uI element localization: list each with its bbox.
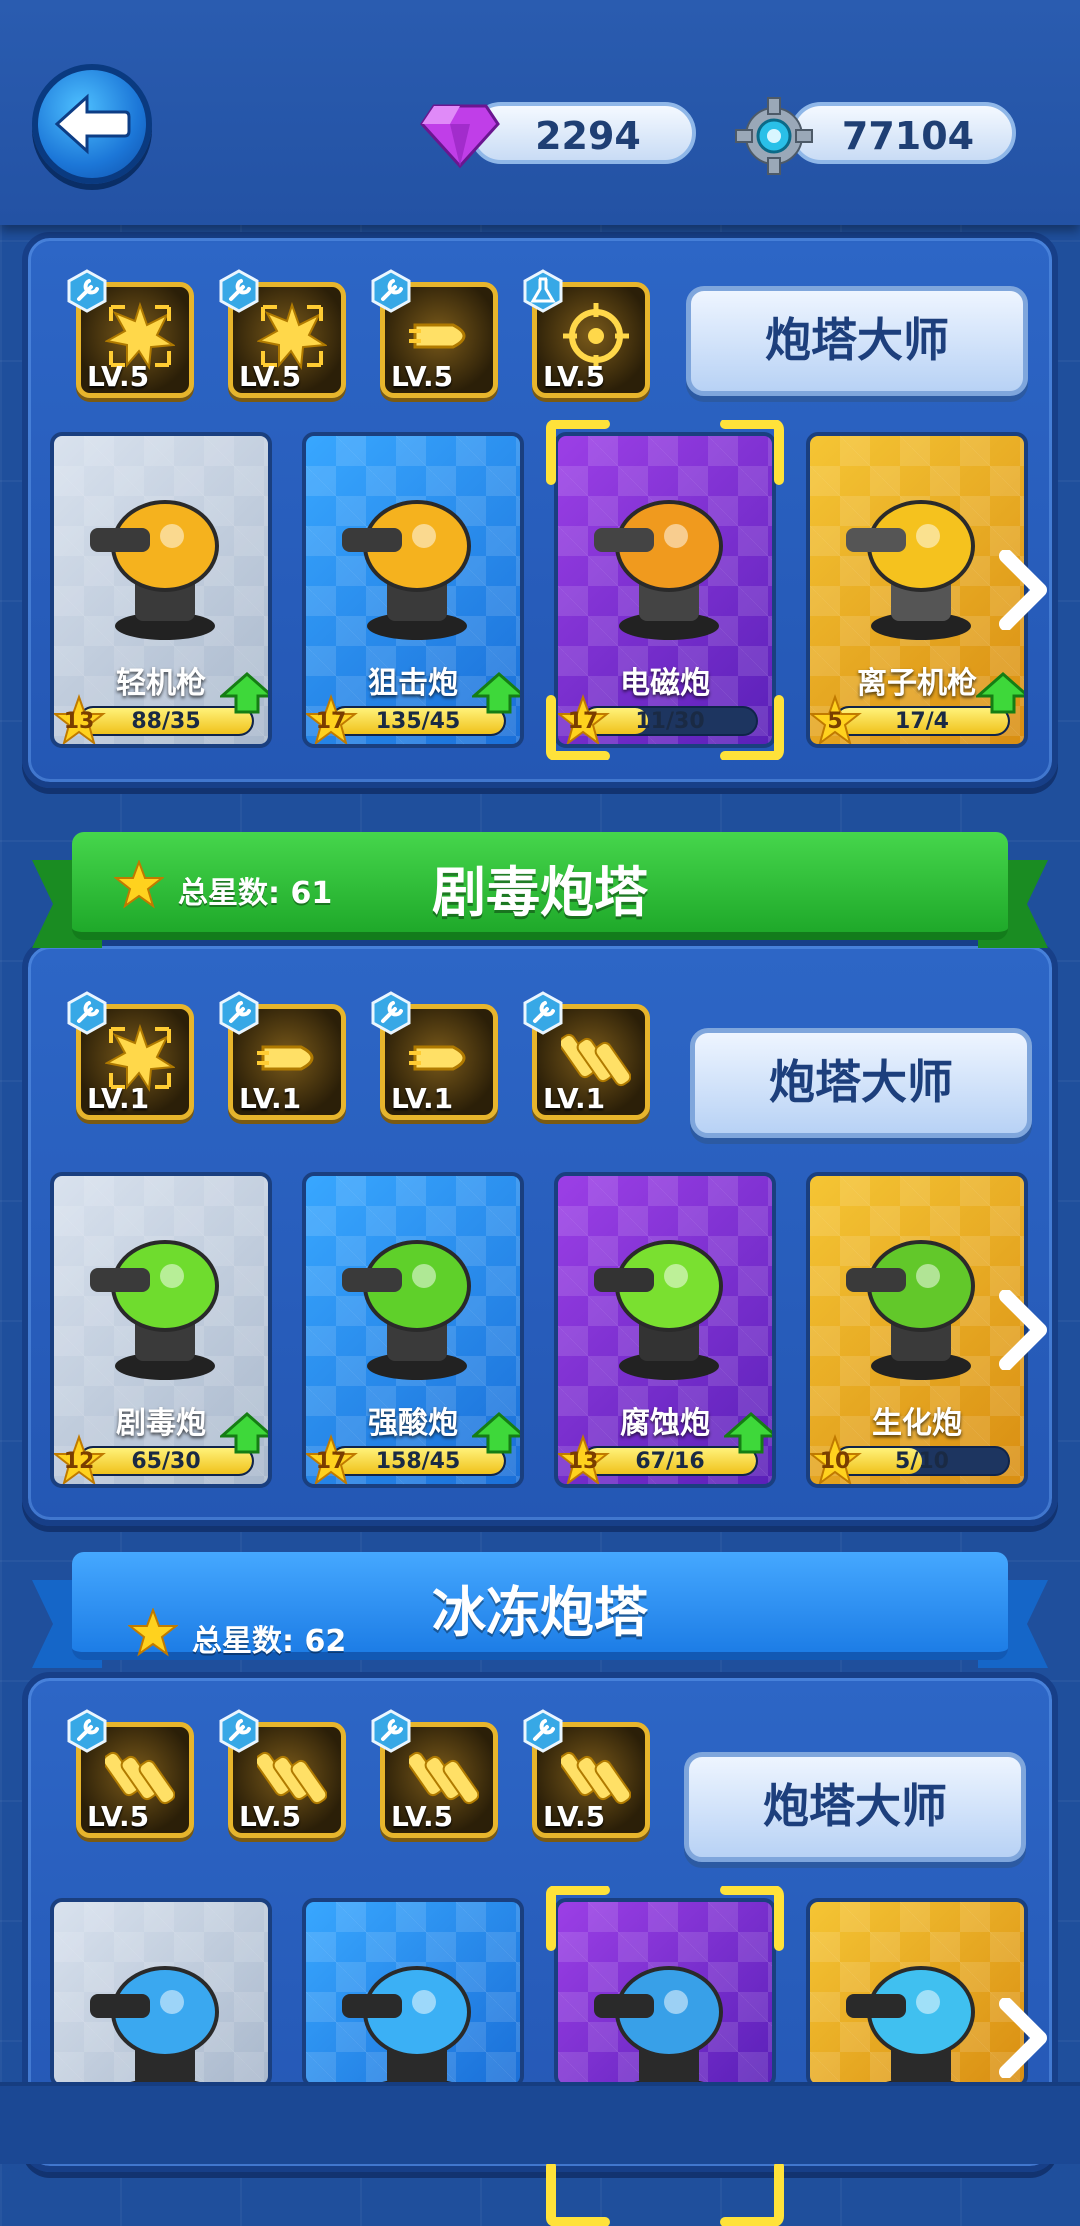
skill-slot[interactable]: LV.1 [219, 991, 346, 1120]
skill-level: LV.5 [543, 1800, 606, 1833]
wrench-icon [523, 1709, 563, 1753]
tower-level: 13 [63, 709, 95, 734]
tower-card[interactable] [554, 1898, 776, 2088]
skill-slot[interactable]: LV.1 [67, 991, 194, 1120]
tower-level: 10 [819, 1449, 851, 1474]
wrench-icon [371, 269, 411, 313]
gear-icon [735, 97, 813, 175]
skill-slot[interactable]: LV.5 [523, 1709, 650, 1838]
flask-icon [523, 269, 563, 313]
skill-level: LV.5 [543, 360, 606, 393]
tower-image [846, 1240, 975, 1380]
tower-image [342, 500, 471, 640]
tower-image [594, 1240, 723, 1380]
wrench-icon [67, 991, 107, 1035]
tower-card[interactable]: 腐蚀炮 67/16 13 [554, 1172, 776, 1488]
section-title: 剧毒炮塔 [432, 861, 648, 924]
wrench-icon [67, 269, 107, 313]
tower-master-button[interactable]: 炮塔大师 [690, 1028, 1032, 1138]
upgrade-arrow-icon [472, 672, 520, 714]
gear-counter: 77104 [790, 102, 1016, 164]
tower-card[interactable] [50, 1898, 272, 2088]
gem-count: 2294 [535, 114, 641, 158]
next-arrow-icon [999, 550, 1047, 630]
tower-level: 5 [827, 709, 843, 734]
gem-icon [420, 104, 500, 169]
tower-card[interactable]: 狙击炮 135/45 17 [302, 432, 524, 748]
wrench-icon [219, 269, 259, 313]
tower-level: 13 [567, 1449, 599, 1474]
tower-level: 17 [315, 1449, 347, 1474]
tower-level: 12 [63, 1449, 95, 1474]
skill-slot[interactable]: LV.5 [67, 269, 194, 398]
tower-card[interactable] [302, 1898, 524, 2088]
next-arrow-icon [999, 1290, 1047, 1370]
skill-slot[interactable]: LV.5 [219, 269, 346, 398]
skill-level: LV.5 [87, 360, 150, 393]
tower-card[interactable]: 离子机枪 17/4 5 [806, 432, 1028, 748]
skill-slot[interactable]: LV.1 [523, 991, 650, 1120]
section-banner-poison: 总星数: 61 剧毒炮塔 [32, 832, 1048, 948]
next-arrow-icon [999, 1998, 1047, 2078]
tower-card[interactable] [806, 1898, 1028, 2088]
skill-level: LV.1 [87, 1082, 150, 1115]
top-bar: 2294 77104 [0, 0, 1080, 225]
upgrade-arrow-icon [724, 1412, 772, 1454]
tower-level: 17 [315, 709, 347, 734]
tower-master-button[interactable]: 炮塔大师 [686, 286, 1028, 396]
skill-level: LV.5 [391, 1800, 454, 1833]
skill-slot[interactable]: LV.5 [523, 269, 650, 398]
skill-slot[interactable]: LV.5 [219, 1709, 346, 1838]
gear-count: 77104 [841, 114, 975, 158]
tower-image [846, 1966, 975, 2084]
tower-image [342, 1240, 471, 1380]
upgrade-arrow-icon [472, 1412, 520, 1454]
tower-image [846, 500, 975, 640]
skill-level: LV.5 [87, 1800, 150, 1833]
tower-card[interactable]: 电磁炮 11/30 17 [554, 432, 776, 748]
tower-image [342, 1966, 471, 2084]
tower-image [90, 1240, 219, 1380]
skill-level: LV.5 [391, 360, 454, 393]
upgrade-arrow-icon [220, 672, 268, 714]
skill-level: LV.1 [543, 1082, 606, 1115]
tower-card[interactable]: 生化炮 5/10 10 [806, 1172, 1028, 1488]
upgrade-arrow-icon [220, 1412, 268, 1454]
skill-level: LV.1 [391, 1082, 454, 1115]
skill-slot[interactable]: LV.5 [371, 269, 498, 398]
wrench-icon [371, 1709, 411, 1753]
tower-image [90, 500, 219, 640]
wrench-icon [523, 991, 563, 1035]
skill-slot[interactable]: LV.1 [371, 991, 498, 1120]
upgrade-arrow-icon [976, 672, 1024, 714]
tower-image [90, 1966, 219, 2084]
wrench-icon [371, 991, 411, 1035]
skill-slot[interactable]: LV.5 [371, 1709, 498, 1838]
tower-level: 17 [567, 709, 599, 734]
tower-master-button[interactable]: 炮塔大师 [684, 1752, 1026, 1862]
back-button[interactable] [32, 64, 152, 184]
skill-level: LV.5 [239, 360, 302, 393]
back-arrow-icon [54, 93, 131, 155]
wrench-icon [67, 1709, 107, 1753]
tower-card[interactable]: 剧毒炮 65/30 12 [50, 1172, 272, 1488]
gem-counter: 2294 [470, 102, 696, 164]
bottom-bar [0, 2082, 1080, 2164]
skill-slot[interactable]: LV.5 [67, 1709, 194, 1838]
section-title: 冰冻炮塔 [432, 1581, 648, 1644]
skill-level: LV.1 [239, 1082, 302, 1115]
wrench-icon [219, 991, 259, 1035]
section-banner-ice: 总星数: 62 冰冻炮塔 [32, 1552, 1048, 1668]
tower-image [594, 500, 723, 640]
tower-image [594, 1966, 723, 2084]
skill-level: LV.5 [239, 1800, 302, 1833]
wrench-icon [219, 1709, 259, 1753]
tower-card[interactable]: 轻机枪 88/35 13 [50, 432, 272, 748]
tower-card[interactable]: 强酸炮 158/45 17 [302, 1172, 524, 1488]
